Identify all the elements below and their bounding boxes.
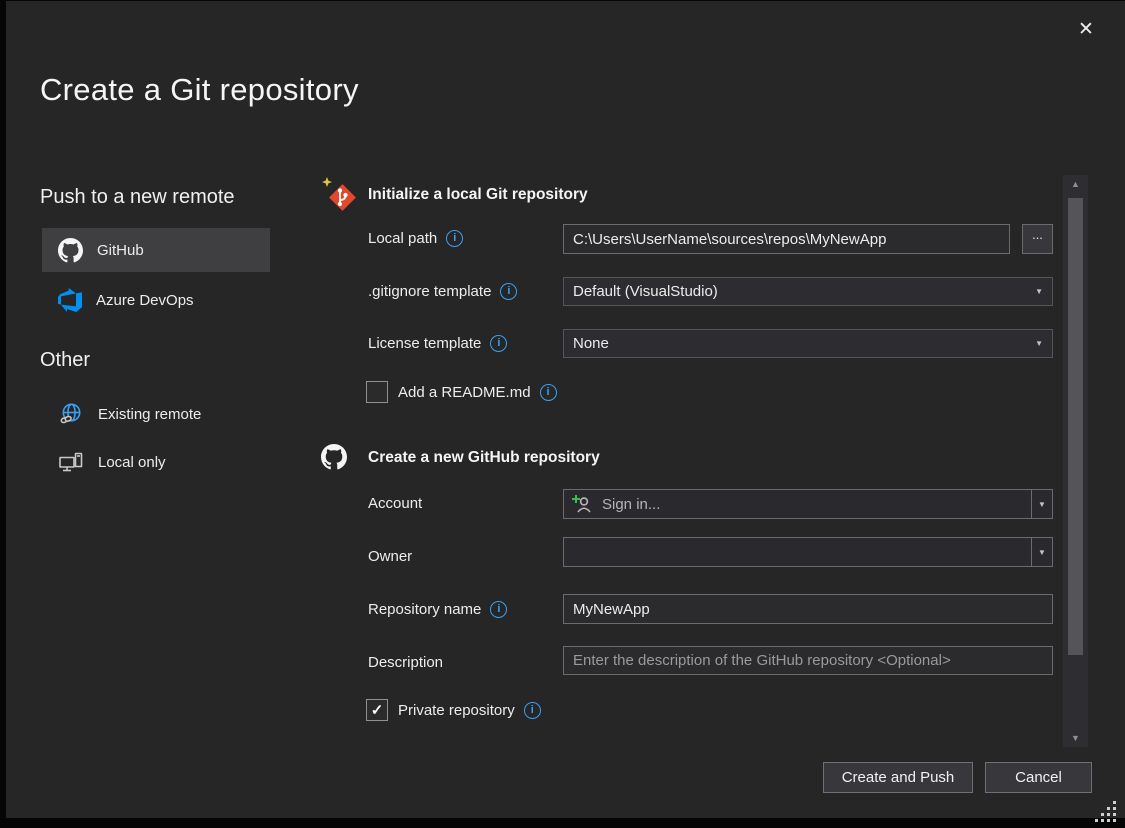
private-repository-checkbox[interactable]: ✓ [366, 699, 388, 721]
license-template-dropdown[interactable]: None ▼ [563, 329, 1053, 358]
sidebar-item-github[interactable]: GitHub [42, 228, 270, 272]
owner-combobox[interactable]: ▼ [563, 537, 1053, 567]
github-icon [58, 238, 83, 263]
info-icon[interactable]: i [540, 384, 557, 401]
close-button[interactable]: ✕ [1071, 14, 1101, 44]
scroll-up-icon: ▲ [1071, 179, 1080, 189]
scroll-up-button[interactable]: ▲ [1063, 175, 1088, 193]
description-label: Description [368, 654, 443, 671]
info-icon[interactable]: i [500, 283, 517, 300]
close-icon: ✕ [1078, 18, 1094, 41]
readme-checkbox[interactable] [366, 381, 388, 403]
repository-name-label: Repository name i [368, 601, 507, 618]
chevron-down-icon: ▼ [1035, 339, 1043, 348]
vertical-scrollbar[interactable]: ▲ ▼ [1063, 175, 1088, 747]
check-icon: ✓ [371, 701, 384, 719]
create-and-push-button[interactable]: Create and Push [823, 762, 973, 793]
account-combobox[interactable]: Sign in... ▼ [563, 489, 1053, 519]
sidebar-item-existing-remote[interactable]: Existing remote [42, 392, 270, 436]
account-value: Sign in... [594, 496, 660, 513]
sidebar-header-other: Other [40, 349, 90, 372]
scroll-down-button[interactable]: ▼ [1063, 729, 1088, 747]
sidebar-item-label: Azure DevOps [96, 292, 194, 309]
browse-button[interactable]: ... [1022, 224, 1053, 254]
gitignore-template-label: .gitignore template i [368, 283, 517, 300]
resize-grip[interactable] [1094, 800, 1117, 828]
chevron-down-icon: ▼ [1038, 500, 1046, 509]
local-section-header: Initialize a local Git repository [368, 186, 588, 204]
scroll-down-icon: ▼ [1071, 733, 1080, 743]
globe-link-icon [58, 401, 84, 427]
local-path-input[interactable] [563, 224, 1010, 254]
info-icon[interactable]: i [490, 335, 507, 352]
owner-label: Owner [368, 548, 412, 565]
info-icon[interactable]: i [446, 230, 463, 247]
sidebar-header-push: Push to a new remote [40, 186, 235, 209]
sidebar-item-label: GitHub [97, 242, 144, 259]
dropdown-value: None [573, 335, 609, 352]
github-icon [321, 444, 347, 475]
sidebar-item-local-only[interactable]: Local only [42, 440, 270, 484]
info-icon[interactable]: i [490, 601, 507, 618]
github-section-header: Create a new GitHub repository [368, 449, 600, 467]
info-icon[interactable]: i [524, 702, 541, 719]
add-user-icon [570, 492, 594, 516]
private-repository-label: Private repository i [398, 702, 541, 719]
computer-icon [58, 449, 84, 475]
gitignore-template-dropdown[interactable]: Default (VisualStudio) ▼ [563, 277, 1053, 306]
sidebar-item-label: Local only [98, 454, 166, 471]
cancel-button[interactable]: Cancel [985, 762, 1092, 793]
git-new-repo-icon [318, 175, 362, 217]
page-title: Create a Git repository [40, 72, 359, 108]
chevron-down-icon: ▼ [1038, 548, 1046, 557]
license-template-label: License template i [368, 335, 507, 352]
dropdown-value: Default (VisualStudio) [573, 283, 718, 300]
chevron-down-icon: ▼ [1035, 287, 1043, 296]
scrollbar-thumb[interactable] [1068, 198, 1083, 655]
owner-dropdown-button[interactable]: ▼ [1031, 538, 1052, 566]
readme-label: Add a README.md i [398, 384, 557, 401]
repository-name-input[interactable] [563, 594, 1053, 624]
sidebar-item-label: Existing remote [98, 406, 201, 423]
account-label: Account [368, 495, 422, 512]
description-input[interactable] [563, 646, 1053, 675]
azure-devops-icon [58, 288, 82, 312]
local-path-label: Local path i [368, 230, 463, 247]
account-dropdown-button[interactable]: ▼ [1031, 490, 1052, 518]
sidebar-item-azure-devops[interactable]: Azure DevOps [42, 278, 270, 322]
